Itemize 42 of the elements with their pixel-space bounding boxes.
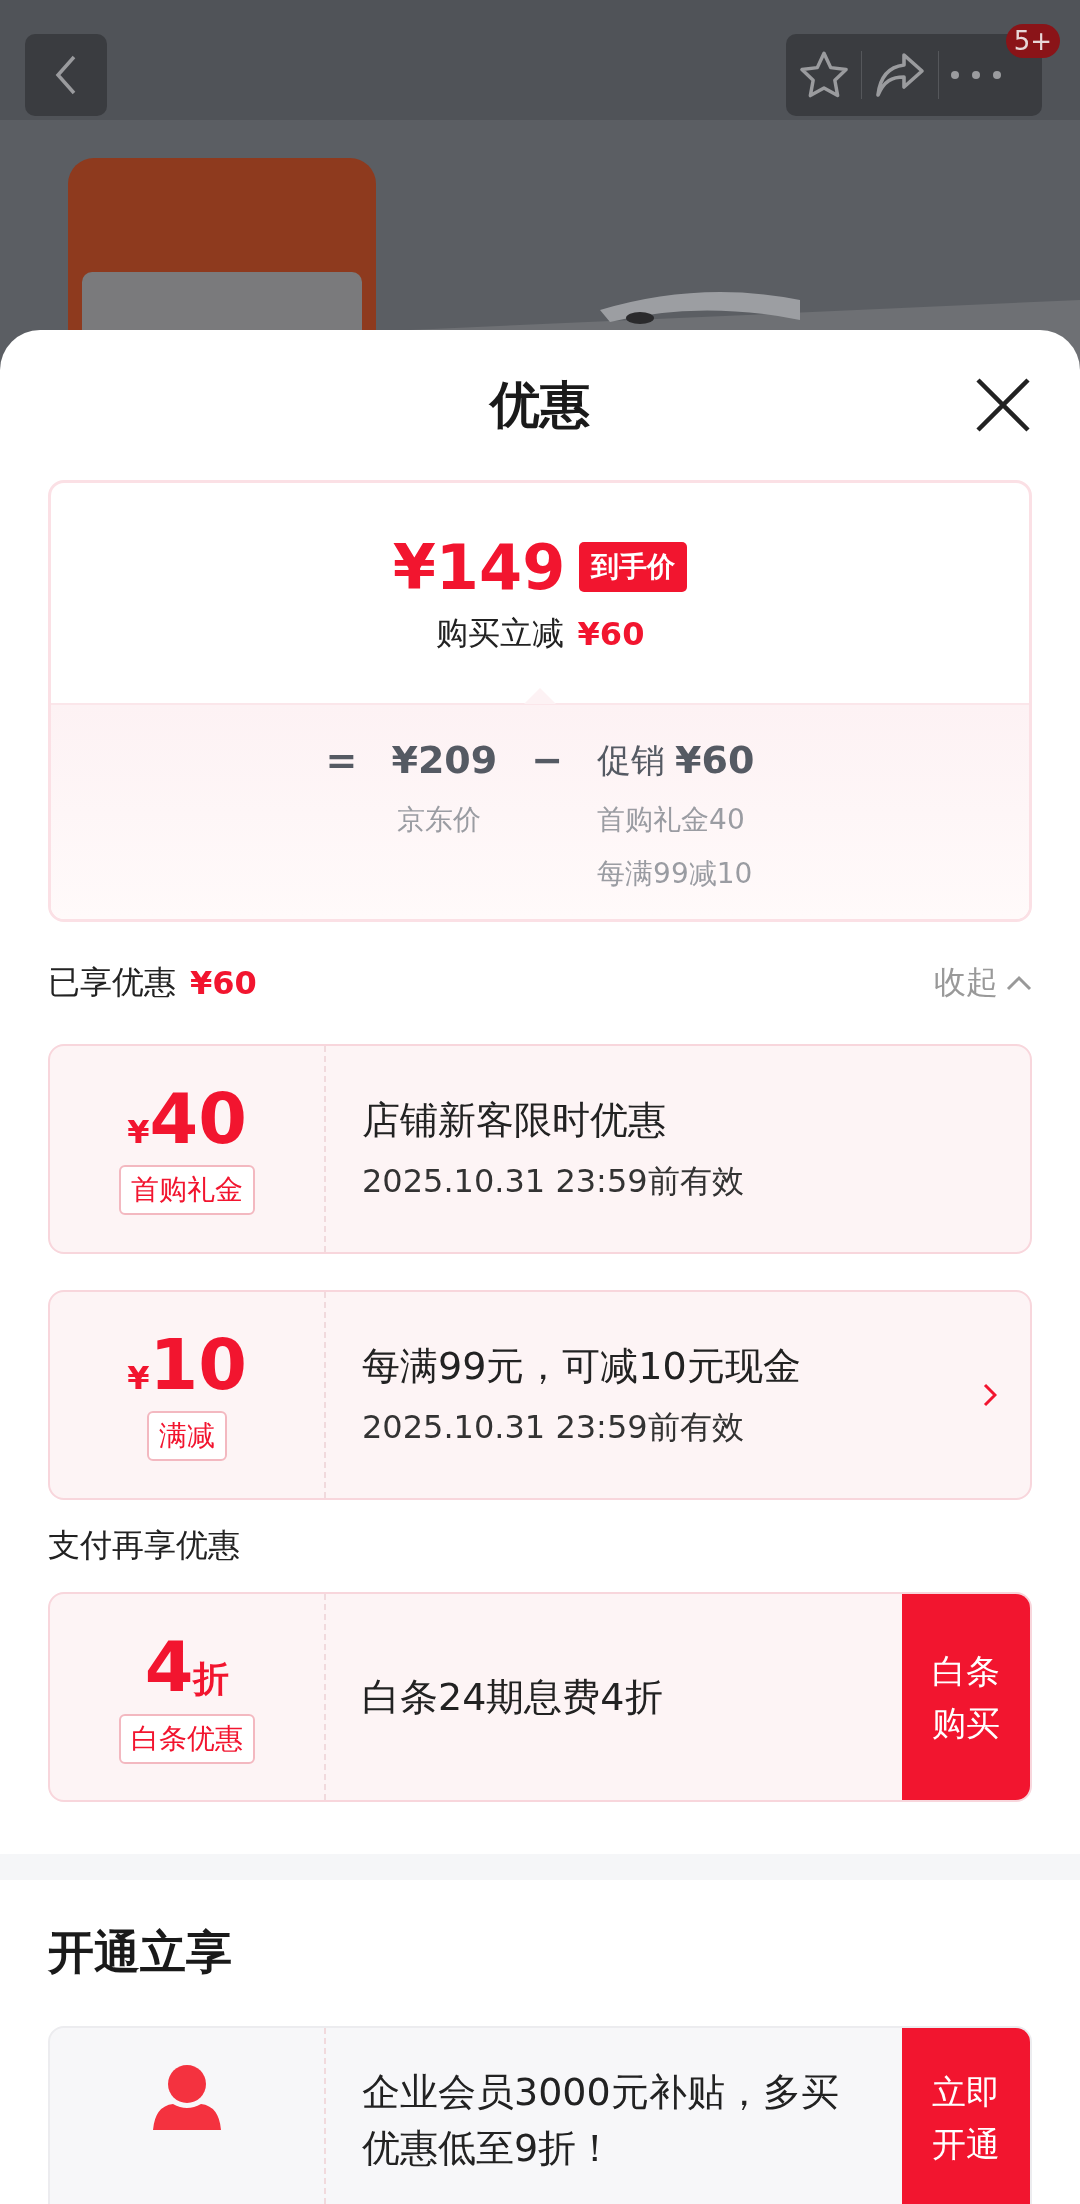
close-button[interactable] — [974, 376, 1032, 434]
coupon-title: 每满99元，可减10元现金 — [362, 1342, 802, 1390]
promo-item: 每满99减10 — [597, 856, 753, 892]
coupon-amount: ¥10 — [127, 1329, 247, 1401]
activate-button[interactable]: 立即开通 — [902, 2028, 1030, 2204]
section-title: 开通立享 — [48, 1924, 233, 1981]
share-icon — [874, 51, 926, 99]
enjoyed-amount: ¥60 — [190, 964, 257, 1002]
coupon-tag: 首购礼金 — [119, 1165, 255, 1215]
final-price-tag: 到手价 — [579, 542, 688, 592]
promo-item: 首购礼金40 — [597, 802, 745, 838]
offer-action-button[interactable]: 白条购买 — [902, 1594, 1030, 1800]
close-icon — [974, 376, 1032, 434]
coupon-tag: 满减 — [147, 1411, 227, 1461]
enjoyed-label: 已享优惠 — [48, 962, 176, 1003]
more-icon — [950, 70, 1003, 80]
offer-amount: 4折 — [144, 1630, 230, 1704]
sheet-title: 优惠 — [490, 374, 590, 436]
base-price: ¥209 — [391, 737, 498, 784]
offer-title: 白条24期息费4折 — [362, 1673, 664, 1721]
instant-cut-amount: ¥60 — [577, 614, 645, 653]
equals-sign: = — [325, 737, 358, 784]
coupon-title: 店铺新客限时优惠 — [362, 1096, 667, 1144]
coupon-amount: ¥40 — [127, 1083, 247, 1155]
chevron-right-icon — [983, 1383, 997, 1407]
minus-sign: − — [531, 737, 564, 784]
star-icon — [797, 50, 850, 100]
promo-label: 促销 — [597, 739, 666, 782]
base-price-label: 京东价 — [396, 802, 482, 838]
final-price: ¥149 — [392, 530, 566, 604]
coupon-validity: 2025.10.31 23:59前有效 — [362, 1406, 745, 1448]
notification-badge: 5+ — [1005, 24, 1060, 58]
back-button[interactable] — [25, 34, 107, 116]
section-title: 支付再享优惠 — [48, 1525, 241, 1566]
offer-tag: 白条优惠 — [119, 1713, 255, 1764]
collapse-toggle[interactable]: 收起 — [934, 961, 1032, 1005]
instant-cut-label: 购买立减 — [435, 612, 564, 654]
back-icon — [55, 55, 77, 95]
person-icon — [151, 2064, 223, 2132]
promo-amount: ¥60 — [675, 737, 755, 784]
coupon-validity: 2025.10.31 23:59前有效 — [362, 1160, 745, 1202]
membership-text: 企业会员3000元补贴，多买优惠低至9折！ — [362, 2069, 840, 2172]
